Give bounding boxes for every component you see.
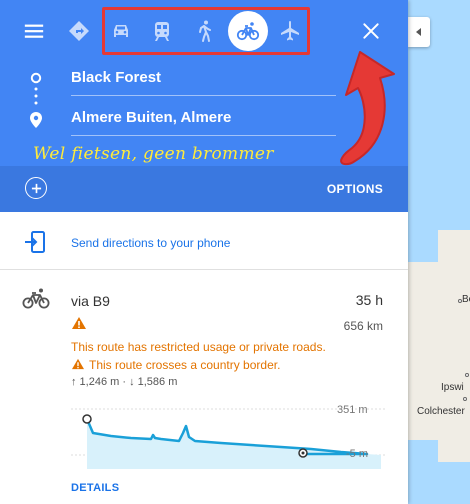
route-via-label: via B9 (71, 293, 110, 309)
options-bar: OPTIONS (0, 166, 408, 212)
warning-icon (72, 317, 86, 329)
bicycle-icon (22, 288, 50, 309)
origin-circle-icon (30, 72, 42, 84)
origin-underline (71, 95, 336, 96)
warning-restricted-text: This route has restricted usage or priva… (71, 340, 326, 354)
elevation-min-label: -5 m (346, 448, 368, 460)
caret-left-icon (416, 28, 421, 36)
destination-underline (71, 135, 336, 136)
route-result-card[interactable]: via B9 35 h 656 km This route has restri… (0, 271, 408, 504)
close-directions-button[interactable] (359, 19, 383, 43)
annotation-arrow-icon (340, 51, 395, 166)
send-to-phone-row[interactable]: Send directions to your phone (0, 212, 408, 270)
close-icon (363, 23, 379, 39)
origin-input[interactable]: Black Forest (71, 69, 161, 86)
annotation-text: Wel fietsen, geen brommer (33, 144, 274, 164)
directions-header: Black Forest Almere Buiten, Almere Wel f… (0, 0, 408, 212)
elevation-start-marker (82, 414, 92, 424)
send-to-phone-icon (25, 231, 45, 253)
collapse-panel-button[interactable] (408, 17, 430, 47)
warning-icon (72, 358, 84, 370)
menu-button[interactable] (22, 19, 46, 43)
elevation-summary: ↑ 1,246 m · ↓ 1,586 m (71, 376, 178, 388)
elevation-end-marker-dot (301, 451, 305, 455)
route-diamond-icon (69, 21, 89, 41)
route-duration: 35 h (355, 292, 383, 308)
destination-pin-icon (30, 112, 42, 128)
map-label-colchester: Colchester (417, 406, 465, 417)
route-distance: 656 km (343, 319, 383, 333)
plus-icon (31, 183, 41, 193)
hamburger-menu-icon (24, 24, 44, 38)
options-button[interactable]: OPTIONS (327, 182, 383, 196)
mode-best-route-button[interactable] (59, 11, 99, 51)
map-label-ipswich: Ipswi (441, 382, 464, 393)
map-label-be: Be (462, 294, 470, 305)
elevation-max-label: 351 m (337, 404, 368, 416)
send-to-phone-link[interactable]: Send directions to your phone (71, 236, 230, 250)
travel-mode-highlight-box (102, 7, 310, 55)
warning-border-text: This route crosses a country border. (89, 358, 281, 372)
map-view[interactable]: Be Ipswi Colchester (408, 0, 470, 504)
add-destination-button[interactable] (25, 177, 47, 199)
directions-panel: Black Forest Almere Buiten, Almere Wel f… (0, 0, 408, 504)
details-button[interactable]: DETAILS (71, 482, 119, 494)
destination-input[interactable]: Almere Buiten, Almere (71, 109, 231, 126)
